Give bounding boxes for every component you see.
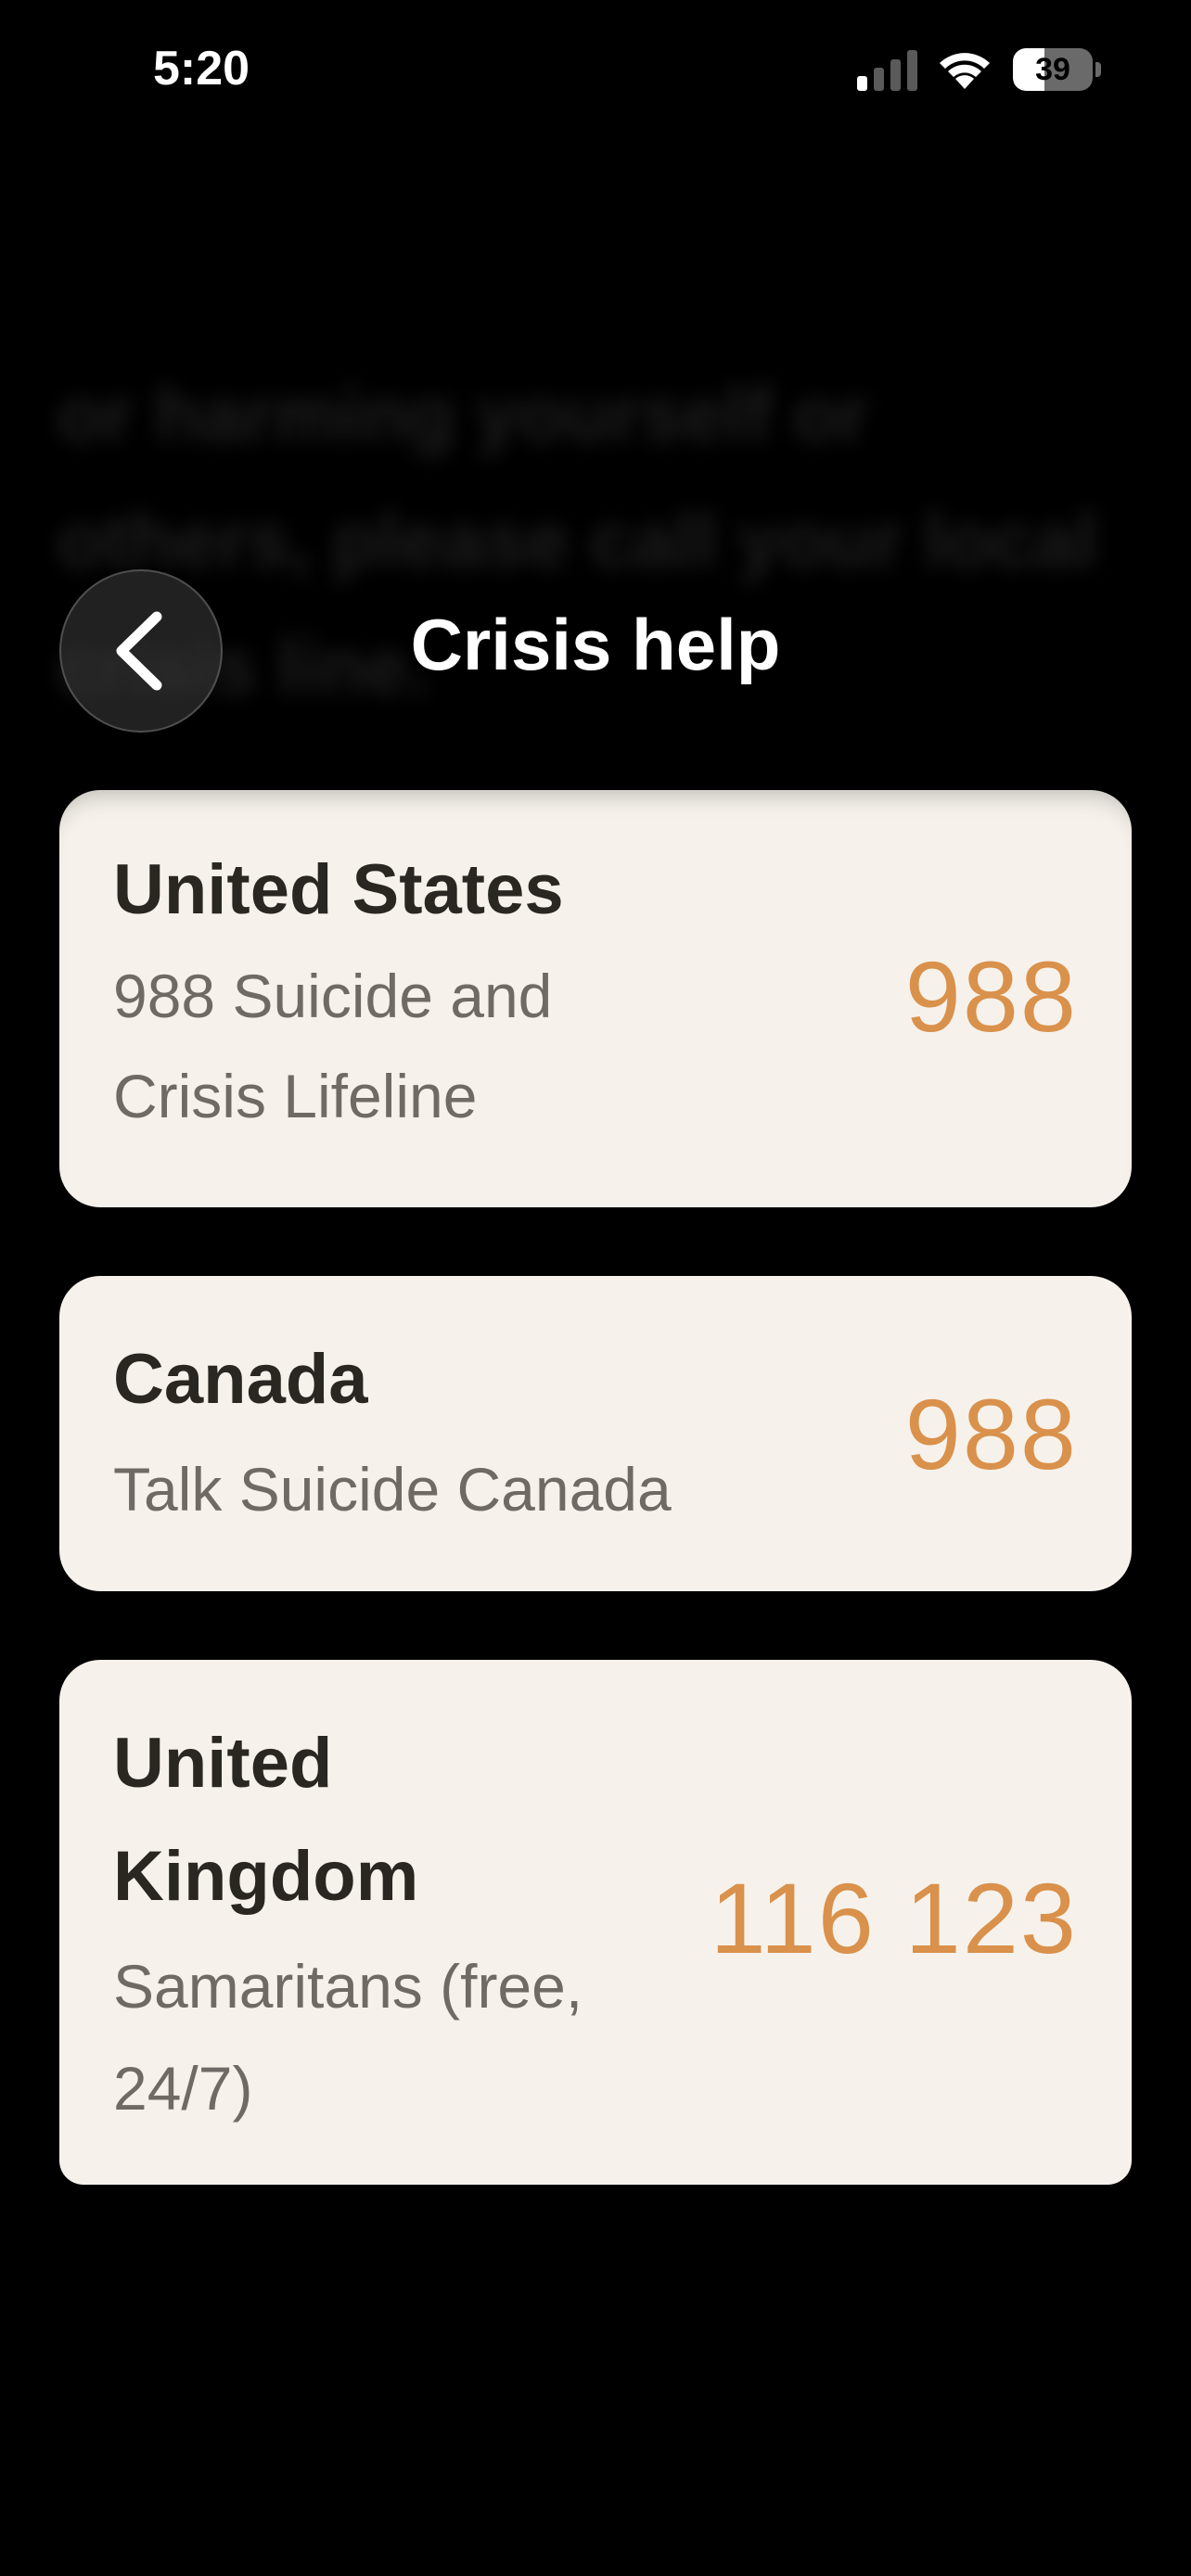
hotline-number[interactable]: 116 123 — [711, 1860, 1078, 1976]
battery-level: 39 — [1035, 52, 1070, 87]
battery-icon: 39 — [1013, 48, 1102, 91]
hotline-card-united-kingdom[interactable]: United Kingdom Samaritans (free, 24/7) 1… — [59, 1660, 1132, 2185]
wifi-icon — [940, 53, 990, 89]
page-title: Crisis help — [410, 604, 781, 685]
service-name: Crisis Lifeline — [113, 1062, 478, 1130]
status-bar: 5:20 39 — [0, 0, 1191, 139]
service-name: Talk Suicide Canada — [113, 1455, 672, 1524]
service-name: 24/7) — [113, 2054, 253, 2123]
service-name: 988 Suicide and — [113, 962, 553, 1030]
country-name: United States — [113, 850, 564, 929]
status-time: 5:20 — [153, 42, 250, 96]
hotline-card-united-states[interactable]: United States 988 Suicide and Crisis Lif… — [59, 790, 1132, 1207]
cellular-signal-icon — [857, 50, 917, 91]
hotline-number[interactable]: 988 — [905, 938, 1078, 1054]
country-name: Canada — [113, 1340, 368, 1419]
country-name: United — [113, 1724, 333, 1803]
background-line: others, please call your local — [58, 499, 1098, 583]
service-name: Samaritans (free, — [113, 1952, 583, 2021]
background-line: or harming yourself or — [58, 373, 869, 457]
hotline-card-canada[interactable]: Canada Talk Suicide Canada 988 — [59, 1276, 1132, 1591]
hotline-number[interactable]: 988 — [905, 1376, 1078, 1492]
screen: 5:20 39 or harming yourself or others, p… — [0, 0, 1191, 2576]
country-name: Kingdom — [113, 1837, 419, 1916]
